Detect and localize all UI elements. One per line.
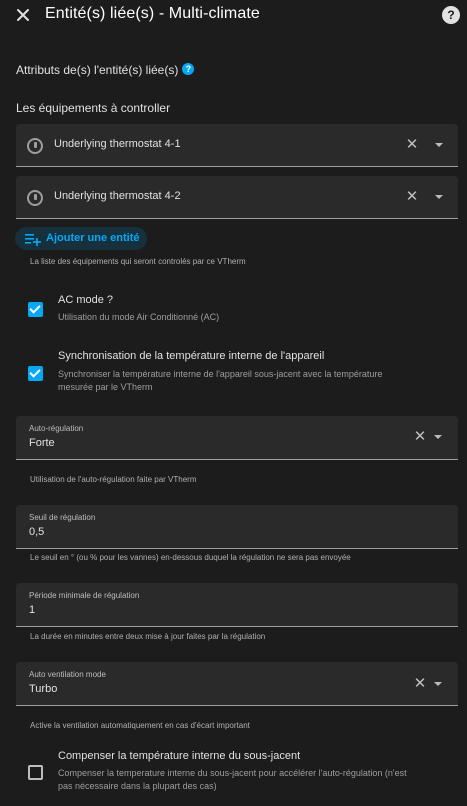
min-period-label: Période minimale de régulation	[29, 591, 140, 600]
thermostat-icon	[27, 138, 43, 154]
auto-regulation-helper: Utilisation de l'auto-régulation faite p…	[30, 475, 197, 484]
compensate-checkbox[interactable]	[28, 765, 43, 780]
dialog-header: Entité(s) liée(s) - Multi-climate ?	[0, 0, 467, 32]
chevron-down-icon[interactable]	[435, 195, 443, 199]
compensate-description-line2: pas nécessaire dans la plupart des cas)	[58, 781, 217, 791]
clear-icon[interactable]: ✕	[405, 189, 419, 204]
sync-temp-checkbox[interactable]	[28, 366, 43, 381]
auto-fan-select[interactable]: Auto ventilation mode Turbo ✕	[16, 662, 458, 706]
chevron-down-icon[interactable]	[435, 143, 443, 147]
auto-fan-label: Auto ventilation mode	[29, 670, 106, 679]
regulation-threshold-field[interactable]: Seuil de régulation 0,5	[16, 505, 458, 549]
entities-helper: La liste des équipements qui seront cont…	[30, 257, 246, 266]
sync-temp-description: Synchroniser la température interne de l…	[58, 368, 458, 394]
compensate-description: Compenser la temperature interne du sous…	[58, 767, 458, 793]
add-entity-button[interactable]: Ajouter une entité	[15, 227, 147, 250]
compensate-title: Compenser la température interne du sous…	[58, 750, 301, 762]
compensate-description-line1: Compenser la temperature interne du sous…	[58, 768, 407, 778]
info-icon[interactable]: ?	[182, 63, 195, 75]
dialog-title: Entité(s) liée(s) - Multi-climate	[45, 5, 260, 22]
regulation-threshold-value[interactable]: 0,5	[29, 526, 44, 538]
chevron-down-icon[interactable]	[434, 682, 442, 686]
entity-label: Underlying thermostat 4-2	[54, 190, 181, 202]
min-period-value[interactable]: 1	[29, 604, 35, 616]
chevron-down-icon[interactable]	[434, 435, 442, 439]
playlist-plus-icon	[25, 232, 41, 246]
ac-mode-title: AC mode ?	[58, 294, 114, 306]
sync-temp-description-line1: Synchroniser la température interne de l…	[58, 369, 383, 379]
regulation-threshold-label: Seuil de régulation	[29, 513, 96, 522]
clear-icon[interactable]: ✕	[405, 137, 419, 152]
entity-picker-1[interactable]: Underlying thermostat 4-1 ✕	[16, 124, 458, 167]
help-icon[interactable]: ?	[442, 6, 460, 24]
min-period-field[interactable]: Période minimale de régulation 1	[16, 583, 458, 627]
add-entity-label: Ajouter une entité	[46, 232, 140, 244]
clear-icon[interactable]: ✕	[413, 676, 427, 691]
auto-regulation-select[interactable]: Auto-régulation Forte ✕	[16, 416, 458, 460]
equipment-heading: Les équipements à controller	[16, 101, 171, 115]
ac-mode-description: Utilisation du mode Air Conditionné (AC)	[58, 312, 220, 322]
entity-label: Underlying thermostat 4-1	[54, 138, 181, 150]
clear-icon[interactable]: ✕	[413, 429, 427, 444]
auto-regulation-value: Forte	[29, 437, 55, 449]
attributes-label: Attributs de(s) l'entité(s) liée(s)?	[16, 63, 195, 77]
auto-regulation-label: Auto-régulation	[29, 424, 84, 433]
auto-fan-helper: Active la ventilation automatiquement en…	[30, 721, 250, 730]
entity-picker-2[interactable]: Underlying thermostat 4-2 ✕	[16, 176, 458, 219]
attributes-label-text: Attributs de(s) l'entité(s) liée(s)	[16, 63, 179, 77]
thermostat-icon	[27, 190, 43, 206]
close-icon[interactable]	[12, 4, 34, 26]
ac-mode-checkbox[interactable]	[28, 302, 43, 317]
auto-fan-value: Turbo	[29, 683, 58, 695]
sync-temp-description-line2: mesurée par le VTherm	[58, 382, 153, 392]
sync-temp-title: Synchronisation de la température intern…	[58, 350, 325, 362]
min-period-helper: La durée en minutes entre deux mise à jo…	[30, 632, 266, 641]
regulation-threshold-helper: Le seuil en ° (ou % pour les vannes) en-…	[30, 553, 351, 562]
